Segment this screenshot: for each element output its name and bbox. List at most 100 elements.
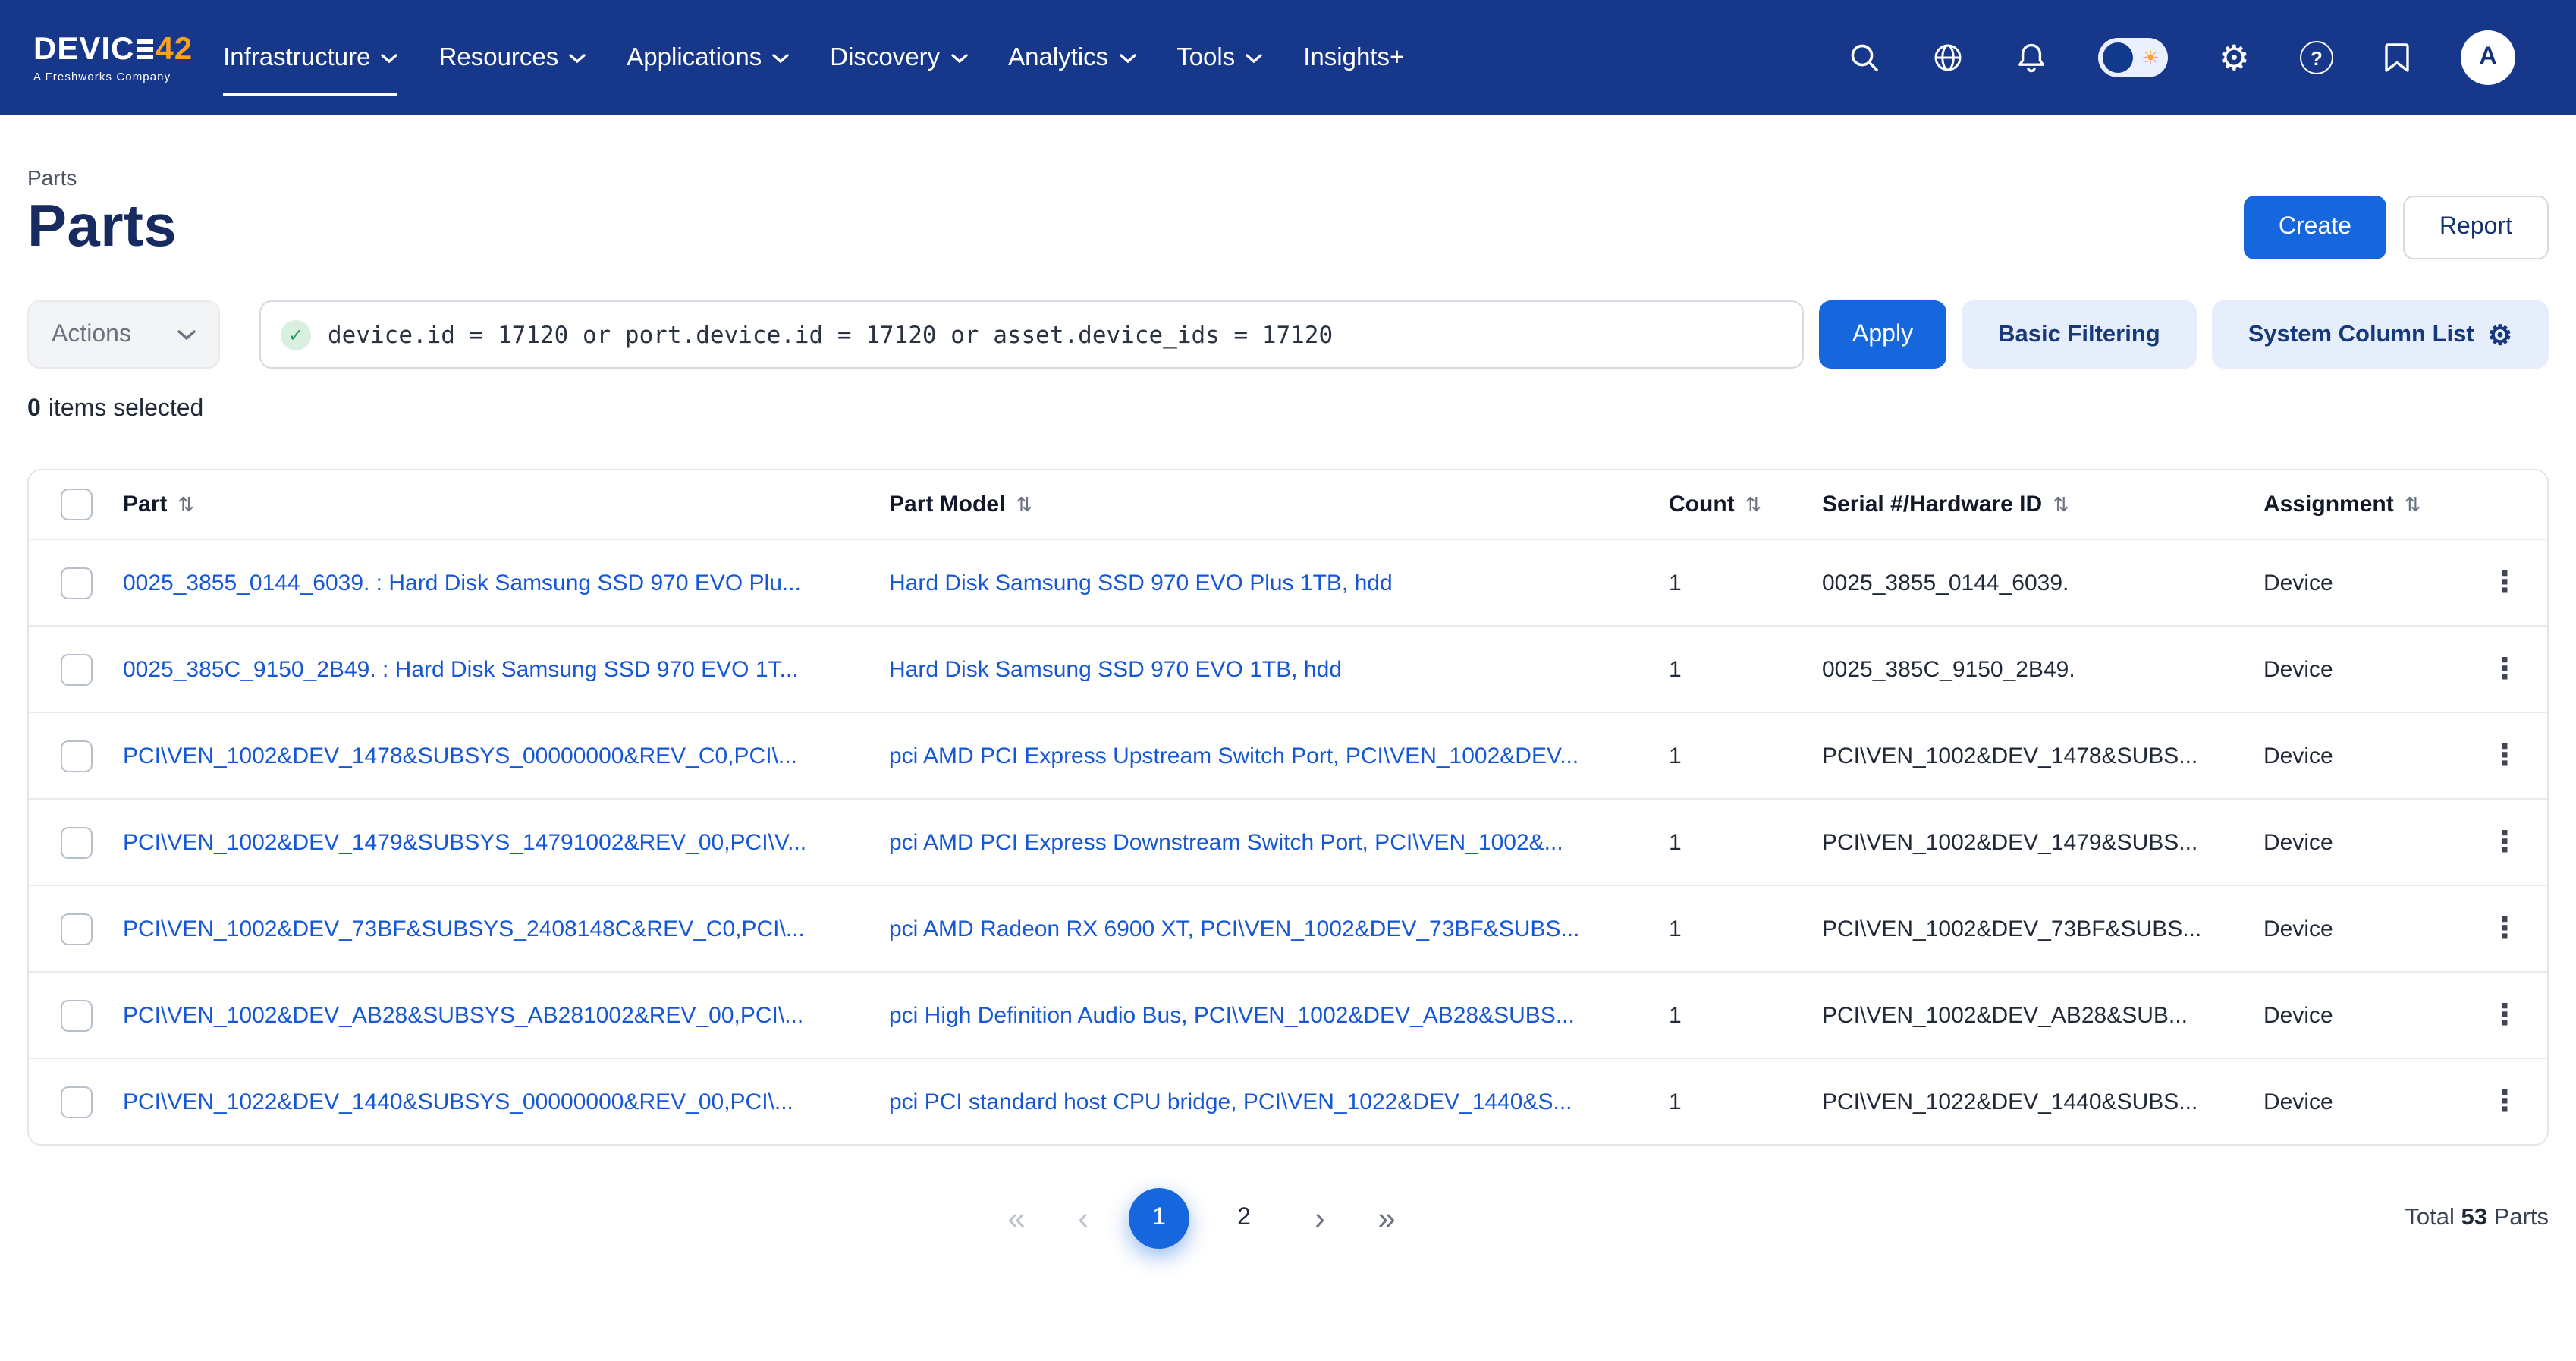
- nav-label: Insights+: [1303, 43, 1404, 72]
- kebab-menu-icon[interactable]: ⋮: [2490, 1001, 2519, 1029]
- kebab-menu-icon[interactable]: ⋮: [2490, 655, 2519, 684]
- column-header-assignment[interactable]: Assignment⇅: [2263, 492, 2458, 517]
- part-link[interactable]: 0025_3855_0144_6039. : Hard Disk Samsung…: [123, 570, 889, 596]
- count-cell: 1: [1669, 1002, 1822, 1028]
- row-checkbox[interactable]: [60, 567, 92, 599]
- assignment-cell: Device: [2263, 570, 2458, 596]
- count-cell: 1: [1669, 656, 1822, 682]
- select-all-checkbox[interactable]: [60, 489, 92, 520]
- row-checkbox[interactable]: [60, 740, 92, 772]
- count-cell: 1: [1669, 829, 1822, 855]
- bookmark-icon[interactable]: [2383, 41, 2411, 74]
- filter-query-text: device.id = 17120 or port.device.id = 17…: [328, 321, 1333, 348]
- device42-logo[interactable]: DEVIC 42 A Freshworks Company: [33, 33, 193, 83]
- part-model-link[interactable]: pci AMD PCI Express Upstream Switch Port…: [889, 743, 1669, 769]
- search-icon[interactable]: [1849, 41, 1882, 74]
- user-avatar[interactable]: A: [2461, 30, 2515, 85]
- row-checkbox[interactable]: [60, 913, 92, 945]
- part-link[interactable]: 0025_385C_9150_2B49. : Hard Disk Samsung…: [123, 656, 889, 682]
- kebab-menu-icon[interactable]: ⋮: [2490, 1087, 2519, 1116]
- logo-tagline: A Freshworks Company: [33, 69, 193, 83]
- table-row: PCI\VEN_1002&DEV_73BF&SUBSYS_2408148C&RE…: [29, 885, 2547, 971]
- nav-item-tools[interactable]: Tools: [1176, 0, 1262, 115]
- settings-gear-icon[interactable]: ⚙: [2219, 40, 2250, 75]
- part-link[interactable]: PCI\VEN_1002&DEV_73BF&SUBSYS_2408148C&RE…: [123, 916, 889, 941]
- table-header-row: Part⇅ Part Model⇅ Count⇅ Serial #/Hardwa…: [29, 470, 2547, 539]
- column-header-part-model[interactable]: Part Model⇅: [889, 492, 1669, 517]
- last-page-button[interactable]: »: [1365, 1202, 1408, 1234]
- prev-page-button[interactable]: ‹: [1062, 1202, 1104, 1234]
- nav-item-discovery[interactable]: Discovery: [830, 0, 967, 115]
- main-content: Parts Parts Create Report Actions ✓ devi…: [0, 165, 2576, 1252]
- part-link[interactable]: PCI\VEN_1002&DEV_1479&SUBSYS_14791002&RE…: [123, 829, 889, 855]
- create-button[interactable]: Create: [2244, 196, 2386, 259]
- part-model-link[interactable]: pci High Definition Audio Bus, PCI\VEN_1…: [889, 1002, 1669, 1028]
- sun-icon: ☀: [2141, 48, 2159, 68]
- chevron-down-icon: [1246, 52, 1262, 63]
- serial-cell: 0025_385C_9150_2B49.: [1822, 656, 2263, 682]
- next-page-button[interactable]: ›: [1299, 1202, 1341, 1234]
- chevron-down-icon: [569, 52, 586, 63]
- nav-label: Discovery: [830, 43, 940, 72]
- assignment-cell: Device: [2263, 1002, 2458, 1028]
- row-checkbox[interactable]: [60, 1086, 92, 1117]
- part-model-link[interactable]: Hard Disk Samsung SSD 970 EVO Plus 1TB, …: [889, 570, 1669, 596]
- filter-query-input[interactable]: ✓ device.id = 17120 or port.device.id = …: [259, 300, 1804, 369]
- app-window: DEVIC 42 A Freshworks Company Infrastruc…: [0, 0, 2576, 1361]
- theme-toggle[interactable]: ☀: [2099, 38, 2169, 77]
- top-navigation-bar: DEVIC 42 A Freshworks Company Infrastruc…: [0, 0, 2576, 115]
- nav-label: Infrastructure: [223, 43, 370, 72]
- page-2-button[interactable]: 2: [1214, 1188, 1274, 1249]
- part-model-link[interactable]: pci AMD Radeon RX 6900 XT, PCI\VEN_1002&…: [889, 916, 1669, 941]
- globe-icon[interactable]: [1932, 41, 1965, 74]
- notifications-bell-icon[interactable]: [2015, 41, 2049, 74]
- assignment-cell: Device: [2263, 656, 2458, 682]
- nav-item-applications[interactable]: Applications: [627, 0, 789, 115]
- row-checkbox[interactable]: [60, 826, 92, 858]
- pagination-controls: « ‹ 1 2 › »: [995, 1188, 1408, 1249]
- actions-label: Actions: [52, 321, 131, 348]
- table-row: 0025_385C_9150_2B49. : Hard Disk Samsung…: [29, 625, 2547, 712]
- serial-cell: PCI\VEN_1002&DEV_1479&SUBS...: [1822, 829, 2263, 855]
- basic-filtering-button[interactable]: Basic Filtering: [1962, 300, 2197, 369]
- pagination-bar: « ‹ 1 2 › » Total 53 Parts: [27, 1185, 2549, 1252]
- nav-item-resources[interactable]: Resources: [439, 0, 586, 115]
- kebab-menu-icon[interactable]: ⋮: [2490, 568, 2519, 597]
- nav-item-insights-plus[interactable]: Insights+: [1303, 0, 1404, 115]
- count-cell: 1: [1669, 916, 1822, 941]
- help-icon[interactable]: ?: [2300, 41, 2333, 74]
- kebab-menu-icon[interactable]: ⋮: [2490, 828, 2519, 857]
- nav-label: Resources: [439, 43, 559, 72]
- part-model-link[interactable]: pci PCI standard host CPU bridge, PCI\VE…: [889, 1089, 1669, 1114]
- row-checkbox[interactable]: [60, 999, 92, 1031]
- table-row: PCI\VEN_1022&DEV_1440&SUBSYS_00000000&RE…: [29, 1058, 2547, 1144]
- nav-item-analytics[interactable]: Analytics: [1008, 0, 1136, 115]
- logo-text: DEVIC 42: [33, 33, 193, 64]
- part-link[interactable]: PCI\VEN_1002&DEV_1478&SUBSYS_00000000&RE…: [123, 743, 889, 769]
- count-cell: 1: [1669, 1089, 1822, 1114]
- column-header-serial[interactable]: Serial #/Hardware ID⇅: [1822, 492, 2263, 517]
- table-row: PCI\VEN_1002&DEV_1478&SUBSYS_00000000&RE…: [29, 712, 2547, 798]
- part-link[interactable]: PCI\VEN_1022&DEV_1440&SUBSYS_00000000&RE…: [123, 1089, 889, 1114]
- sort-icon: ⇅: [177, 492, 194, 517]
- nav-item-infrastructure[interactable]: Infrastructure: [223, 0, 397, 115]
- breadcrumb[interactable]: Parts: [27, 165, 2549, 190]
- system-column-list-button[interactable]: System Column List ⚙: [2212, 300, 2549, 369]
- part-model-link[interactable]: pci AMD PCI Express Downstream Switch Po…: [889, 829, 1669, 855]
- column-header-part[interactable]: Part⇅: [123, 492, 889, 517]
- logo-42-text: 42: [156, 33, 193, 64]
- serial-cell: 0025_3855_0144_6039.: [1822, 570, 2263, 596]
- kebab-menu-icon[interactable]: ⋮: [2490, 741, 2519, 770]
- row-checkbox[interactable]: [60, 653, 92, 685]
- apply-button[interactable]: Apply: [1819, 300, 1946, 369]
- actions-dropdown[interactable]: Actions: [27, 300, 220, 369]
- kebab-menu-icon[interactable]: ⋮: [2490, 914, 2519, 943]
- part-model-link[interactable]: Hard Disk Samsung SSD 970 EVO 1TB, hdd: [889, 656, 1669, 682]
- page-1-button[interactable]: 1: [1129, 1188, 1189, 1249]
- first-page-button[interactable]: «: [995, 1202, 1038, 1234]
- report-button[interactable]: Report: [2403, 196, 2549, 259]
- select-all-cell: [29, 489, 123, 520]
- selection-status: 0items selected: [27, 396, 2549, 423]
- column-header-count[interactable]: Count⇅: [1669, 492, 1822, 517]
- part-link[interactable]: PCI\VEN_1002&DEV_AB28&SUBSYS_AB281002&RE…: [123, 1002, 889, 1028]
